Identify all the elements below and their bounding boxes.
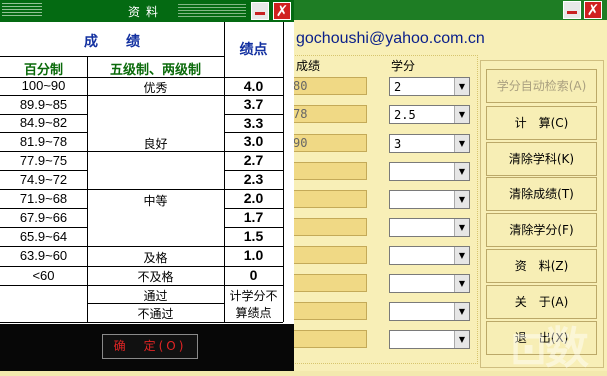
auto-credit-lookup-button[interactable]: 学分自动检索(A): [486, 69, 597, 103]
dropdown-arrow-icon[interactable]: ▼: [454, 163, 469, 180]
percent-range: 77.9~75: [19, 153, 68, 168]
grade-point: 2.3: [243, 171, 264, 187]
credit-select[interactable]: ▼: [389, 162, 470, 181]
score-input[interactable]: [290, 218, 367, 236]
dropdown-arrow-icon[interactable]: ▼: [454, 219, 469, 236]
percent-range: 89.9~85: [19, 97, 68, 112]
watermark-logo: ⊡数: [510, 323, 589, 374]
dialog-minimize-button[interactable]: [251, 2, 269, 20]
grade-point: 2.7: [243, 152, 264, 168]
dropdown-arrow-icon[interactable]: ▼: [454, 78, 469, 95]
score-group-header: 成 绩: [84, 34, 140, 50]
dropdown-arrow-icon[interactable]: ▼: [454, 331, 469, 348]
score-input[interactable]: [290, 246, 367, 264]
percent-range: 74.9~72: [19, 172, 68, 187]
percent-range: 63.9~60: [19, 248, 68, 263]
score-input[interactable]: [290, 302, 367, 320]
clear-subjects-button[interactable]: 清除学科(K): [486, 142, 597, 176]
dropdown-arrow-icon[interactable]: ▼: [454, 303, 469, 320]
score-input[interactable]: [290, 330, 367, 348]
percent-range: 65.9~64: [19, 229, 68, 244]
score-input[interactable]: [290, 162, 367, 180]
dropdown-arrow-icon[interactable]: ▼: [454, 275, 469, 292]
table-line: [0, 170, 87, 171]
dialog-close-button[interactable]: ✗: [273, 2, 291, 20]
grade-passed: 通过: [143, 289, 168, 303]
credit-value: 2.5: [394, 108, 416, 122]
grade-excellent: 优秀: [143, 81, 168, 95]
main-close-button[interactable]: ✗: [584, 1, 602, 19]
info-button[interactable]: 资 料(Z): [486, 249, 597, 283]
table-line: [0, 56, 224, 57]
main-minimize-button[interactable]: [563, 1, 581, 19]
grade-medium: 中等: [143, 194, 168, 208]
grade-point: 3.0: [243, 133, 264, 149]
grade-point: 1.5: [243, 228, 264, 244]
score-input[interactable]: 90: [290, 134, 367, 152]
credit-value: 2: [394, 80, 402, 94]
dropdown-arrow-icon[interactable]: ▼: [454, 191, 469, 208]
table-line: [0, 208, 87, 209]
percent-range: <60: [32, 268, 55, 283]
grade-point: 0: [249, 267, 258, 283]
credit-select[interactable]: ▼: [389, 330, 470, 349]
credit-select[interactable]: 2.5 ▼: [389, 105, 470, 124]
grade-level-column-header: 五级制、两级制: [109, 63, 201, 78]
credit-select[interactable]: 2 ▼: [389, 77, 470, 96]
dialog-title: 资料: [114, 3, 178, 20]
author-email: gochoushi@yahoo.com.cn: [296, 30, 485, 47]
grade-point: 2.0: [243, 190, 264, 206]
credit-value: 3: [394, 137, 402, 151]
grade-pass: 及格: [143, 251, 168, 265]
clear-credits-button[interactable]: 清除学分(F): [486, 213, 597, 247]
info-dialog: 资料 ✗ 成 绩 绩点 百分制 五级制、两级制 100~90 89.9~85 8…: [0, 0, 294, 371]
score-input[interactable]: [290, 190, 367, 208]
grade-point: 1.0: [243, 247, 264, 263]
credit-select[interactable]: ▼: [389, 246, 470, 265]
percent-range: 81.9~78: [19, 134, 68, 149]
score-input[interactable]: 80: [290, 77, 367, 95]
credit-select[interactable]: ▼: [389, 190, 470, 209]
grade-point: 3.3: [243, 115, 264, 131]
percent-range: 84.9~82: [19, 115, 68, 130]
score-input[interactable]: 78: [290, 105, 367, 123]
percent-range: 100~90: [21, 78, 66, 93]
calculate-button[interactable]: 计 算(C): [486, 106, 597, 140]
ok-button[interactable]: 确 定(O): [102, 334, 198, 359]
grade-not-passed: 不通过: [137, 307, 174, 321]
grade-good: 良好: [143, 137, 168, 151]
credit-select[interactable]: ▼: [389, 218, 470, 237]
title-bar-texture: [2, 3, 42, 17]
clear-scores-button[interactable]: 清除成绩(T): [486, 177, 597, 211]
table-line: [0, 132, 87, 133]
dropdown-arrow-icon[interactable]: ▼: [454, 247, 469, 264]
dialog-title-bar: 资料: [0, 0, 294, 22]
grade-fail: 不及格: [137, 270, 174, 284]
no-points-note: 算绩点: [235, 306, 272, 320]
dropdown-arrow-icon[interactable]: ▼: [454, 106, 469, 123]
table-line: [0, 227, 87, 228]
credit-select[interactable]: ▼: [389, 302, 470, 321]
grade-point: 4.0: [243, 78, 264, 94]
table-line: [0, 322, 283, 323]
no-points-note: 计学分不: [229, 289, 278, 303]
credit-select[interactable]: 3 ▼: [389, 134, 470, 153]
dropdown-arrow-icon[interactable]: ▼: [454, 135, 469, 152]
percent-range: 71.9~68: [19, 191, 68, 206]
grade-points-header: 绩点: [239, 42, 268, 58]
percent-range: 67.9~66: [19, 210, 68, 225]
table-line: [283, 22, 284, 322]
grade-point: 1.7: [243, 209, 264, 225]
title-bar-texture: [166, 4, 246, 17]
table-line: [0, 285, 283, 286]
percent-column-header: 百分制: [23, 63, 63, 78]
grade-point: 3.7: [243, 96, 264, 112]
score-input[interactable]: [290, 274, 367, 292]
credit-select[interactable]: ▼: [389, 274, 470, 293]
